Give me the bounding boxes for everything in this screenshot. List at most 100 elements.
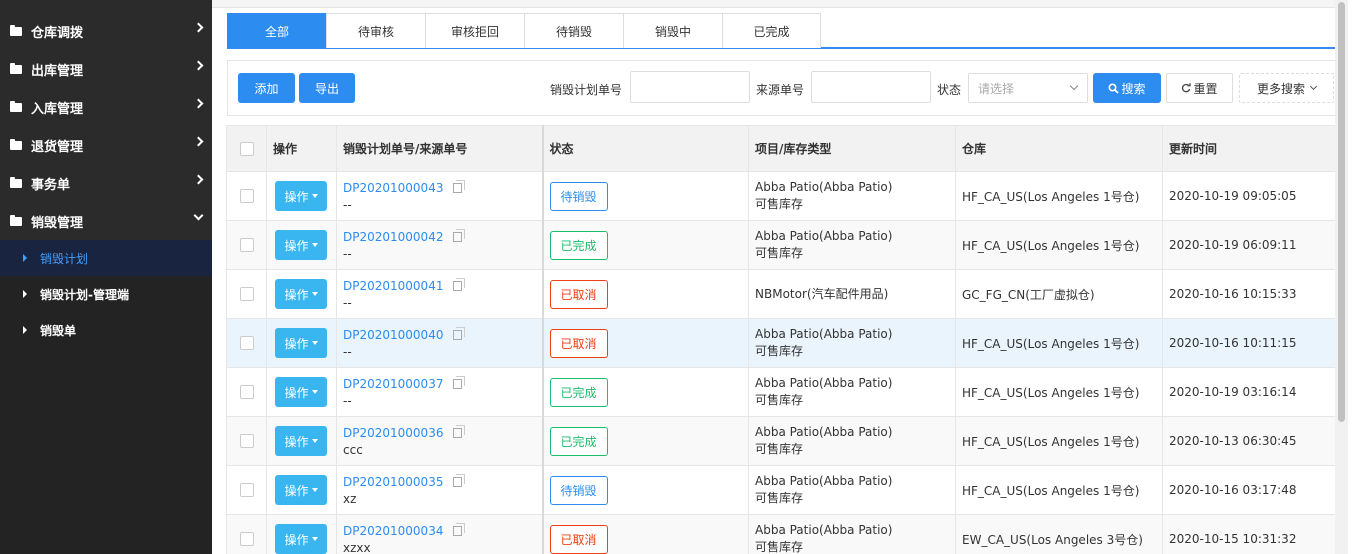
sidebar-item[interactable]: 销毁管理 bbox=[0, 202, 212, 240]
copy-icon[interactable] bbox=[453, 473, 466, 487]
tab[interactable]: 全部 bbox=[227, 13, 326, 48]
table-row[interactable]: 操作 DP20201000037 -- 已完成 Abba Patio(Abba Pati… bbox=[226, 367, 1344, 417]
table-row[interactable]: 操作 DP20201000034 xzxx 已取消 Abba Patio(Abba Pa… bbox=[226, 514, 1344, 554]
row-action-button[interactable]: 操作 bbox=[275, 279, 327, 309]
sidebar-item[interactable]: 事务单 bbox=[0, 164, 212, 202]
row-action-button[interactable]: 操作 bbox=[275, 230, 327, 260]
plan-no-link[interactable]: DP20201000040 bbox=[343, 327, 443, 344]
table-row[interactable]: 操作 DP20201000040 -- 已取消 Abba Patio(Abba Pati… bbox=[226, 318, 1344, 368]
row-checkbox[interactable] bbox=[240, 532, 254, 546]
sidebar-subitem[interactable]: 销毁单 bbox=[0, 312, 212, 348]
export-button[interactable]: 导出 bbox=[299, 73, 355, 103]
sidebar-item[interactable]: 仓库调拨 bbox=[0, 12, 212, 50]
row-checkbox[interactable] bbox=[240, 336, 254, 350]
row-action-button[interactable]: 操作 bbox=[275, 426, 327, 456]
status-label: 状态 bbox=[937, 83, 962, 97]
plan-no-link[interactable]: DP20201000034 bbox=[343, 523, 443, 540]
main-panel: 全部 待审核 审核拒回 待销毁 销毁中 已完成 添加 导出 销毁计划单号 来源单号 状态 … bbox=[212, 8, 1348, 554]
sidebar-item[interactable]: 出库管理 bbox=[0, 50, 212, 88]
search-button[interactable]: 搜索 bbox=[1093, 73, 1161, 103]
row-action-button[interactable]: 操作 bbox=[275, 475, 327, 505]
copy-icon[interactable] bbox=[453, 228, 466, 242]
tab[interactable]: 待审核 bbox=[326, 13, 425, 48]
tab[interactable]: 待销毁 bbox=[524, 13, 623, 48]
status-select[interactable]: 请选择 bbox=[968, 73, 1088, 103]
copy-icon[interactable] bbox=[453, 326, 466, 340]
plan-no-link[interactable]: DP20201000041 bbox=[343, 278, 443, 295]
chevron-down-icon bbox=[193, 210, 204, 221]
status-badge: 已取消 bbox=[549, 328, 608, 358]
plan-no-link[interactable]: DP20201000043 bbox=[343, 180, 443, 197]
row-action-cell: 操作 bbox=[266, 367, 337, 417]
source-no: -- bbox=[343, 344, 352, 359]
table-row[interactable]: 操作 DP20201000042 -- 已完成 Abba Patio(Abba Pati… bbox=[226, 220, 1344, 270]
refresh-icon bbox=[1182, 83, 1192, 93]
copy-icon[interactable] bbox=[453, 522, 466, 536]
copy-icon[interactable] bbox=[453, 424, 466, 438]
source-no: xz bbox=[343, 491, 357, 506]
chevron-right-icon bbox=[193, 22, 204, 33]
plan-no-link[interactable]: DP20201000035 bbox=[343, 474, 443, 491]
row-select-cell bbox=[226, 514, 267, 554]
plan-no-link[interactable]: DP20201000042 bbox=[343, 229, 443, 246]
status-cell: 已完成 bbox=[542, 416, 749, 466]
status-badge: 已完成 bbox=[549, 377, 608, 407]
row-action-button[interactable]: 操作 bbox=[275, 328, 327, 358]
row-action-button[interactable]: 操作 bbox=[275, 524, 327, 554]
plan-no-link[interactable]: DP20201000037 bbox=[343, 376, 443, 393]
add-button[interactable]: 添加 bbox=[238, 73, 295, 103]
plan-no-input[interactable] bbox=[630, 71, 750, 103]
caret-right-icon bbox=[23, 290, 27, 298]
tab[interactable]: 已完成 bbox=[722, 13, 821, 48]
row-checkbox[interactable] bbox=[240, 238, 254, 252]
row-select-cell bbox=[226, 367, 267, 417]
status-badge: 已取消 bbox=[549, 279, 608, 309]
source-no: -- bbox=[343, 393, 352, 408]
header-updated: 更新时间 bbox=[1162, 125, 1344, 172]
project-cell: Abba Patio(Abba Patio) 可售库存 bbox=[748, 514, 956, 554]
status-badge: 已取消 bbox=[549, 524, 608, 554]
table-row[interactable]: 操作 DP20201000036 ccc 已完成 Abba Patio(Abba Pat… bbox=[226, 416, 1344, 466]
plan-no-cell: DP20201000040 -- bbox=[336, 318, 544, 368]
row-action-button[interactable]: 操作 bbox=[275, 377, 327, 407]
plan-no-cell: DP20201000034 xzxx bbox=[336, 514, 544, 554]
select-all-checkbox[interactable] bbox=[240, 141, 254, 156]
tab[interactable]: 审核拒回 bbox=[425, 13, 524, 48]
warehouse-cell: EW_CA_US(Los Angeles 3号仓) bbox=[955, 514, 1163, 554]
plan-no-cell: DP20201000036 ccc bbox=[336, 416, 544, 466]
caret-down-icon bbox=[311, 341, 318, 345]
chevron-right-icon bbox=[193, 174, 204, 185]
sidebar-item[interactable]: 入库管理 bbox=[0, 88, 212, 126]
sidebar-subitem[interactable]: 销毁计划-管理端 bbox=[0, 276, 212, 312]
more-search-button[interactable]: 更多搜索 bbox=[1239, 73, 1334, 103]
row-select-cell bbox=[226, 220, 267, 270]
scrollbar[interactable] bbox=[1335, 0, 1348, 554]
updated-cell: 2020-10-19 09:05:05 bbox=[1162, 171, 1344, 221]
row-checkbox[interactable] bbox=[240, 189, 254, 203]
table-row[interactable]: 操作 DP20201000043 -- 待销毁 Abba Patio(Abba Pati… bbox=[226, 171, 1344, 221]
row-checkbox[interactable] bbox=[240, 385, 254, 399]
tab[interactable]: 销毁中 bbox=[623, 13, 722, 48]
project-name: Abba Patio(Abba Patio) bbox=[755, 229, 893, 243]
status-badge: 待销毁 bbox=[549, 475, 608, 505]
table-row[interactable]: 操作 DP20201000035 xz 待销毁 Abba Patio(Abba Pati… bbox=[226, 465, 1344, 515]
row-action-label: 操作 bbox=[284, 434, 309, 449]
sidebar-item[interactable]: 退货管理 bbox=[0, 126, 212, 164]
copy-icon[interactable] bbox=[453, 277, 466, 291]
row-select-cell bbox=[226, 269, 267, 319]
scrollbar-thumb[interactable] bbox=[1338, 2, 1345, 422]
table-row[interactable]: 操作 DP20201000041 -- 已取消 NBMotor(汽车配件用品) GC_FG… bbox=[226, 269, 1344, 319]
copy-icon[interactable] bbox=[453, 179, 466, 193]
sidebar-subitem[interactable]: 销毁计划 bbox=[0, 240, 212, 276]
row-checkbox[interactable] bbox=[240, 434, 254, 448]
row-checkbox[interactable] bbox=[240, 483, 254, 497]
plan-no-link[interactable]: DP20201000036 bbox=[343, 425, 443, 442]
row-action-label: 操作 bbox=[284, 532, 309, 547]
row-checkbox[interactable] bbox=[240, 287, 254, 301]
copy-icon[interactable] bbox=[453, 375, 466, 389]
source-no-input[interactable] bbox=[811, 71, 931, 103]
row-action-button[interactable]: 操作 bbox=[275, 181, 327, 211]
reset-button[interactable]: 重置 bbox=[1166, 73, 1233, 103]
sidebar-subitem-label: 销毁计划 bbox=[40, 251, 89, 266]
project-name: Abba Patio(Abba Patio) bbox=[755, 376, 893, 390]
